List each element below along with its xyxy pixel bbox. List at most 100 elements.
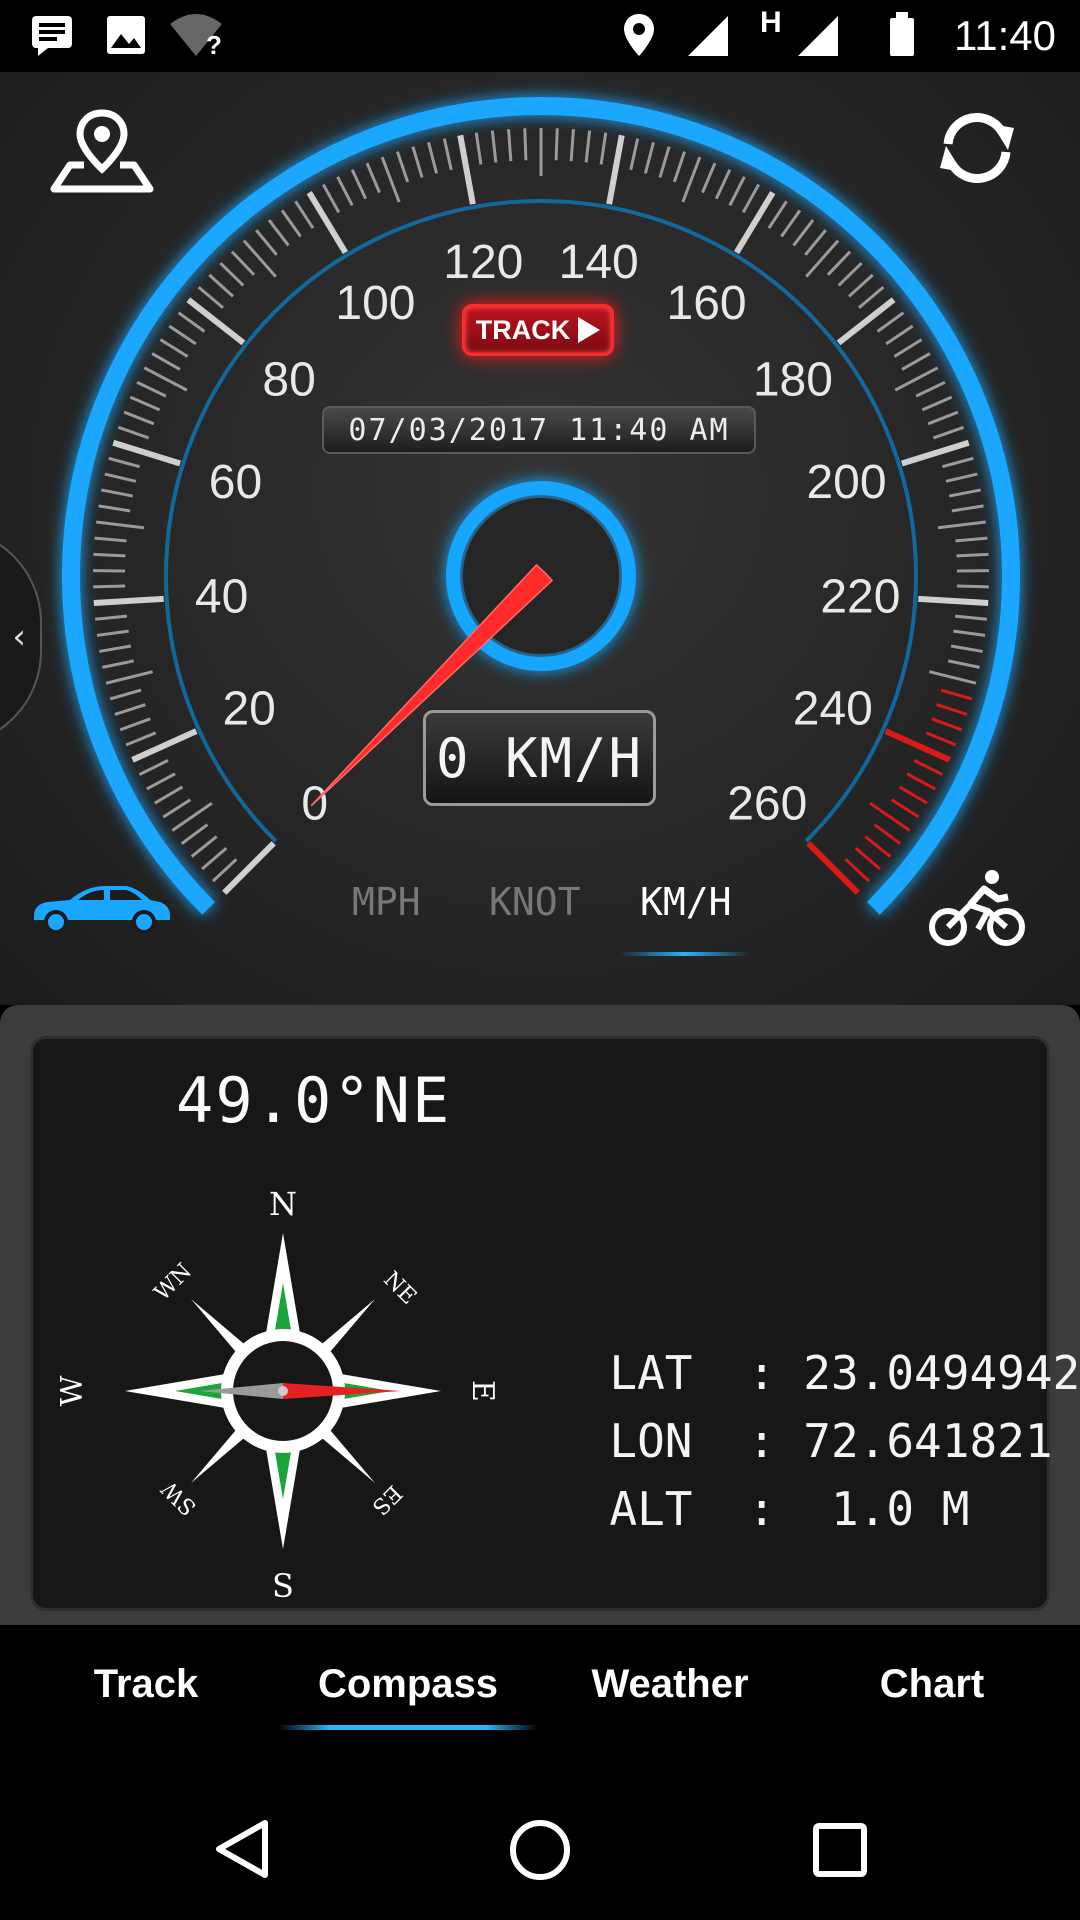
gauge-tick [956, 584, 989, 589]
gauge-tick [180, 823, 209, 845]
tab-weather[interactable]: Weather [540, 1662, 800, 1707]
gauge-tick [123, 410, 155, 426]
refresh-icon[interactable] [936, 108, 1018, 188]
gauge-tick [151, 352, 181, 371]
gauge-tick [884, 728, 951, 763]
compass-label-w: W [60, 1375, 90, 1406]
track-button-label: TRACK [475, 314, 571, 345]
gauge-tick [159, 338, 189, 358]
tab-compass[interactable]: Compass [278, 1662, 538, 1707]
gauge-tick [898, 785, 928, 805]
speedometer-gauge: 0 20 40 6080 100 120 140 160180 200 220 240 260 [62, 97, 1020, 915]
gauge-tick [131, 728, 198, 763]
gauge-tick [109, 688, 142, 701]
gauge-tick [893, 338, 923, 358]
gauge-tick [921, 395, 953, 412]
gauge-tick-label: 20 [222, 682, 275, 735]
battery-icon [890, 12, 914, 56]
recents-icon[interactable] [812, 1822, 868, 1878]
gauge-tick [837, 261, 863, 287]
tab-selected-indicator [278, 1725, 538, 1730]
gauge-tick [714, 169, 732, 200]
svg-text:?: ? [206, 30, 222, 58]
gauge-tick [672, 151, 686, 183]
gauge-tick [932, 425, 965, 440]
gauge-tick [427, 141, 439, 174]
gauge-tick-label: 220 [820, 570, 900, 623]
gauge-tick [927, 410, 959, 426]
gauge-tick [94, 536, 127, 543]
gauge-tick [857, 285, 885, 309]
gauge-tick [474, 132, 483, 165]
gauge-tick [792, 219, 815, 247]
gauge-tick [321, 183, 341, 214]
gauge-tick [948, 488, 981, 498]
gauge-tick [806, 841, 860, 895]
gauge-tick [114, 703, 146, 716]
gauge-tick [411, 146, 424, 178]
unit-tab-kmh[interactable]: KM/H [640, 880, 732, 924]
gauge-tick [119, 717, 151, 732]
compass-label-n: N [269, 1185, 297, 1223]
gauge-tick [864, 835, 892, 858]
gauge-tick [306, 191, 349, 255]
gauge-tick [267, 219, 290, 247]
gauge-tick [931, 717, 963, 732]
gauge-tick [490, 130, 498, 163]
gauge-tick [336, 176, 354, 207]
gauge-tick [925, 731, 957, 747]
gauge-tick [918, 595, 989, 607]
gauge-tick [154, 785, 184, 805]
unit-tab-mph[interactable]: MPH [352, 880, 421, 924]
gauge-tick-label: 40 [195, 570, 248, 623]
map-location-icon[interactable] [50, 107, 154, 193]
gallery-icon [107, 16, 145, 54]
gauge-tick [108, 456, 141, 469]
alt-label: ALT [609, 1482, 693, 1536]
gauge-tick [255, 229, 278, 256]
compass-heading: 49.0°NE [176, 1064, 452, 1137]
gauge-tick [105, 670, 153, 685]
gauge-tick [104, 472, 137, 483]
gauge-tick [940, 688, 973, 701]
gauge-tick [98, 504, 131, 513]
gauge-tick [222, 841, 276, 895]
compass-label-s: S [272, 1567, 294, 1605]
gauge-tick [643, 141, 655, 174]
gauge-tick [681, 156, 702, 203]
gauge-tick [117, 425, 150, 440]
car-icon[interactable] [30, 880, 172, 934]
signal-icon-2 [798, 16, 838, 56]
gps-alt-row: ALT : 1.0 M [554, 1428, 969, 1536]
gauge-tick [93, 595, 164, 607]
gauge-tick [523, 128, 528, 161]
back-icon[interactable] [213, 1818, 271, 1880]
gauge-tick [129, 395, 161, 412]
gauge-tick [186, 297, 246, 346]
home-icon[interactable] [508, 1818, 572, 1882]
gauge-tick [99, 644, 132, 653]
compass-rose: N S E W NE ES SW WN [60, 1185, 500, 1605]
location-pin-icon [624, 14, 654, 56]
gauge-tick [507, 129, 513, 162]
tab-chart[interactable]: Chart [802, 1662, 1062, 1707]
chevron-left-icon: ‹ [12, 617, 26, 657]
gauge-tick [138, 759, 169, 776]
gauge-tick [211, 858, 238, 883]
gauge-tick [780, 209, 802, 238]
gauge-tick [936, 703, 968, 716]
gauge-tick-label: 160 [667, 277, 747, 330]
gauge-tick [956, 552, 989, 558]
gauge-tick [950, 644, 983, 653]
track-button[interactable]: TRACK [462, 304, 614, 356]
unit-tab-knot[interactable]: KNOT [489, 880, 581, 924]
bicycle-icon[interactable] [928, 867, 1026, 949]
gauge-tick-label: 180 [753, 354, 833, 407]
gauge-tick [955, 536, 988, 543]
notification-message-icon [32, 16, 72, 56]
tab-track[interactable]: Track [16, 1662, 276, 1707]
gauge-tick [873, 823, 902, 845]
gauge-tick [365, 162, 381, 194]
gauge-tick-label: 240 [793, 682, 873, 735]
gauge-tick [96, 629, 129, 637]
